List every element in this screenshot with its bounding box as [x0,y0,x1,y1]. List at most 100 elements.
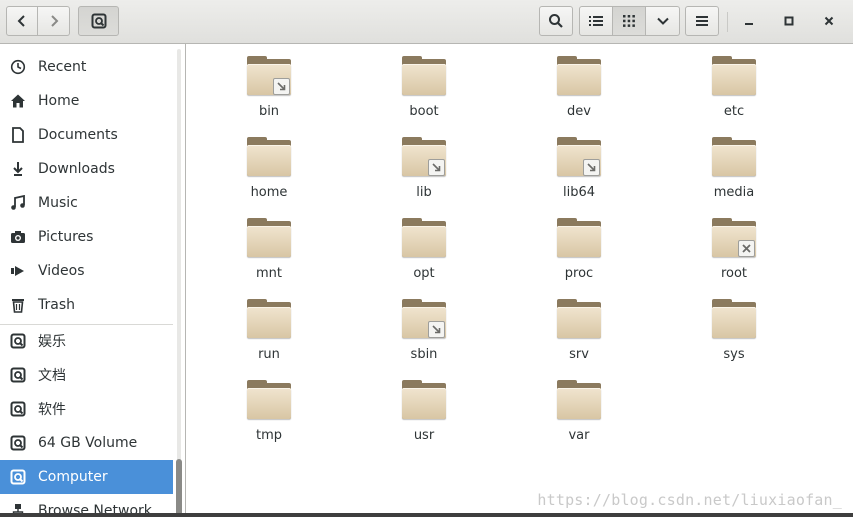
folder-name: lib64 [562,185,596,200]
list-view-button[interactable] [579,6,613,36]
folder-item-opt[interactable]: opt [354,206,494,282]
folder-name: sys [723,347,745,362]
folder-name: srv [569,347,589,362]
maximize-button[interactable] [775,6,803,36]
folder-name: var [568,428,590,443]
folder-item-root[interactable]: root [664,206,804,282]
scrollbar-thumb[interactable] [176,459,182,517]
sidebar-item-music[interactable]: Music [0,186,173,220]
close-button[interactable] [815,6,843,36]
sidebar-scrollbar[interactable] [175,49,183,517]
chevron-right-icon [50,15,58,27]
folder-item-srv[interactable]: srv [509,287,649,363]
home-icon [9,93,26,110]
symlink-arrow-icon [428,159,445,176]
folder-item-lib64[interactable]: lib64 [509,125,649,201]
grid-view-icon [623,15,635,27]
folder-item-run[interactable]: run [199,287,339,363]
symlink-arrow-icon [583,159,600,176]
sidebar-item-videos[interactable]: Videos [0,254,173,288]
chevron-down-icon [656,17,669,25]
folder-item-media[interactable]: media [664,125,804,201]
sidebar-item-drive-entertainment[interactable]: 娱乐 [0,324,173,358]
folder-item-var[interactable]: var [509,368,649,444]
sidebar-item-label: 文档 [38,368,66,384]
folder-item-mnt[interactable]: mnt [199,206,339,282]
window-bottom-edge [0,513,853,517]
folder-item-etc[interactable]: etc [664,44,804,120]
folder-name: sbin [410,347,438,362]
sidebar-item-label: 64 GB Volume [38,435,138,451]
folder-icon [402,380,446,422]
view-options-button[interactable] [646,6,680,36]
drive-icon [9,333,26,350]
forward-button[interactable] [38,6,70,36]
folder-item-home[interactable]: home [199,125,339,201]
menu-button[interactable] [685,6,719,36]
sidebar-item-label: Computer [38,469,108,485]
folder-item-bin[interactable]: bin [199,44,339,120]
symlink-arrow-icon [273,78,290,95]
folder-icon [712,299,756,341]
folder-name: dev [567,104,591,119]
hamburger-menu-icon [696,16,708,26]
camera-icon [9,229,26,246]
folder-item-sys[interactable]: sys [664,287,804,363]
sidebar-item-label: 娱乐 [38,334,66,350]
folder-icon [247,380,291,422]
sidebar: Recent Home Documents Downloads Music Pi… [0,44,186,517]
location-button[interactable] [78,6,119,36]
folder-icon [402,137,446,179]
folder-icon [402,299,446,341]
sidebar-item-pictures[interactable]: Pictures [0,220,173,254]
folder-icon [557,56,601,98]
back-button[interactable] [6,6,38,36]
folder-item-usr[interactable]: usr [354,368,494,444]
drive-icon [9,367,26,384]
drive-icon [9,469,26,486]
maximize-icon [784,16,794,26]
locked-x-icon [738,240,755,257]
search-button[interactable] [539,6,573,36]
folder-icon [557,137,601,179]
close-icon [824,16,834,26]
sidebar-item-downloads[interactable]: Downloads [0,152,173,186]
folder-icon [557,299,601,341]
folder-item-proc[interactable]: proc [509,206,649,282]
sidebar-item-documents[interactable]: Documents [0,118,173,152]
sidebar-item-home[interactable]: Home [0,84,173,118]
folder-item-lib[interactable]: lib [354,125,494,201]
folder-icon [402,218,446,260]
folder-name: boot [409,104,439,119]
folder-item-tmp[interactable]: tmp [199,368,339,444]
folder-item-sbin[interactable]: sbin [354,287,494,363]
folder-name: bin [258,104,280,119]
sidebar-item-computer[interactable]: Computer [0,460,173,494]
sidebar-item-label: Trash [38,297,75,313]
sidebar-item-label: Documents [38,127,118,143]
folder-name: lib [416,185,432,200]
folder-item-dev[interactable]: dev [509,44,649,120]
folder-icon [247,137,291,179]
folder-name: usr [413,428,435,443]
folder-name: etc [723,104,745,119]
folder-icon [247,56,291,98]
symlink-arrow-icon [428,321,445,338]
download-icon [9,161,26,178]
sidebar-item-recent[interactable]: Recent [0,50,173,84]
grid-view-button[interactable] [613,6,646,36]
sidebar-item-label: Videos [38,263,85,279]
sidebar-item-64gb-volume[interactable]: 64 GB Volume [0,426,173,460]
header-separator [727,12,728,32]
sidebar-item-drive-documents[interactable]: 文档 [0,358,173,392]
folder-item-boot[interactable]: boot [354,44,494,120]
drive-icon [9,435,26,452]
clock-icon [9,59,26,76]
scrollbar-track[interactable] [177,49,181,511]
sidebar-item-trash[interactable]: Trash [0,288,173,322]
sidebar-item-drive-software[interactable]: 软件 [0,392,173,426]
minimize-button[interactable] [735,6,763,36]
sidebar-item-label: Pictures [38,229,94,245]
folder-icon [247,299,291,341]
folder-icon [712,218,756,260]
